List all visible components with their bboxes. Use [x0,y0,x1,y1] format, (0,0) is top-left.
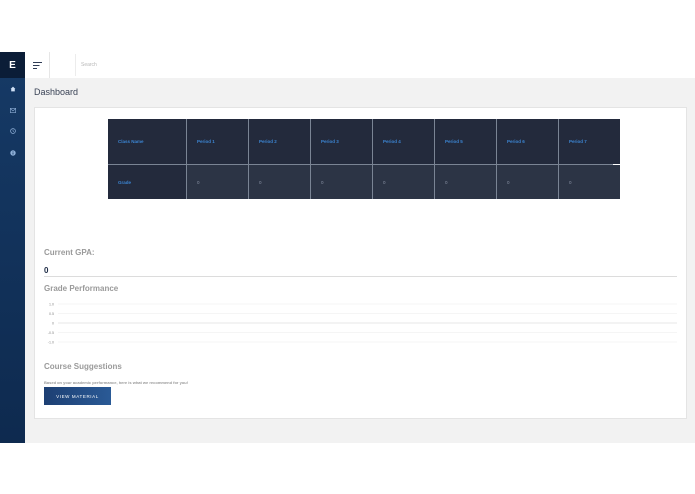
table-header-class-name: Class Name [108,119,186,164]
table-header-period: Period 6 [497,119,558,164]
gpa-label: Current GPA: [44,248,95,257]
chart-y-tick-label: 0.5 [49,312,54,316]
suggestions-text: Based on your academic performance, here… [44,380,189,385]
home-icon [10,86,15,92]
table-header-period: Period 5 [435,119,496,164]
table-cell-grade: 0 [373,165,434,199]
page-title: Dashboard [34,87,79,97]
chart-y-tick-label: -1.0 [48,340,54,344]
chart-y-tick-label: 0 [52,321,54,325]
table-header-period: Period 1 [187,119,248,164]
sidebar-item-clock[interactable] [0,122,25,140]
search-input[interactable] [81,59,281,71]
suggestions-title: Course Suggestions [44,362,122,371]
app-shell: E Search Dashboard Class Name Period 1 P… [0,52,695,443]
view-material-button[interactable]: VIEW MATERIAL [44,387,111,405]
dashboard-card: Class Name Period 1 Period 2 Period 3 Period… [34,107,687,419]
table-cell-grade: 0 [187,165,248,199]
table-cell-grade: 0 [435,165,496,199]
mail-icon [9,107,16,113]
table-cell-grade: 0 [497,165,558,199]
table-cell-grade: 0 [559,165,620,199]
topbar [25,52,695,79]
performance-title: Grade Performance [44,284,119,293]
menu-toggle-button[interactable] [25,52,50,78]
chart-y-tick-label: -0.5 [48,331,54,335]
clock-icon [9,128,16,134]
gpa-divider [44,276,677,277]
table-header-period: Period 3 [311,119,372,164]
gpa-value: 0 [44,266,49,275]
topbar-divider [75,54,76,76]
sidebar: E [0,52,25,443]
sidebar-item-mail[interactable] [0,101,25,119]
sidebar-item-home[interactable] [0,80,25,98]
table-row-label: Grade [108,165,186,199]
chart-y-tick-label: 1.0 [49,302,54,306]
table-cell-grade: 0 [249,165,310,199]
table-header-period: Period 4 [373,119,434,164]
menu-icon [32,61,42,69]
brand-logo[interactable]: E [0,52,25,78]
table-cell-grade: 0 [311,165,372,199]
table-header-period: Period 7 [559,119,620,164]
grades-table: Class Name Period 1 Period 2 Period 3 Period… [108,119,620,199]
grade-performance-chart: 1.0 0.5 0 -0.5 -1.0 [48,302,677,344]
table-header-period: Period 2 [249,119,310,164]
main-content: Dashboard Class Name Period 1 Period 2 Peri… [25,78,695,443]
sidebar-item-info[interactable] [0,144,25,162]
info-icon [9,150,16,156]
